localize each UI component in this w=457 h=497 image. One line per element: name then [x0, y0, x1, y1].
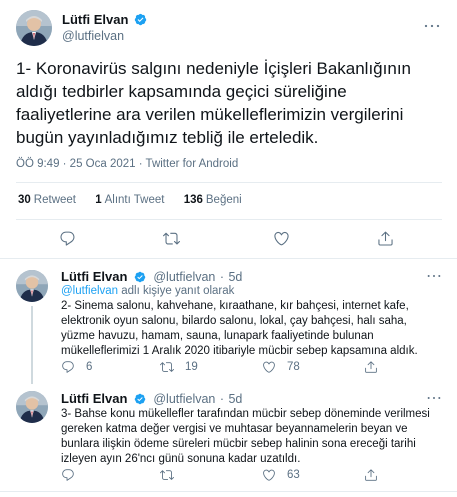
share-icon — [378, 231, 393, 246]
reply-icon — [60, 231, 75, 246]
like-count: 63 — [287, 469, 300, 481]
main-tweet-avatar[interactable] — [16, 10, 52, 46]
share-button[interactable] — [364, 468, 378, 482]
separator-dot: · — [219, 392, 225, 406]
retweet-icon — [160, 470, 174, 480]
like-count: 78 — [287, 361, 300, 373]
retweets-stat[interactable]: 30 Retweet — [18, 194, 76, 206]
verified-badge-icon — [134, 13, 147, 29]
like-icon — [263, 469, 275, 481]
reply-text: 3- Bahse konu mükellefler tarafından müc… — [61, 408, 430, 465]
reply-handle[interactable]: @lutfielvan — [153, 270, 215, 284]
reply-author-name[interactable]: Lütfi Elvan — [61, 391, 127, 406]
retweets-label: Retweet — [33, 194, 76, 206]
like-button[interactable]: 78 — [262, 360, 300, 374]
retweet-button[interactable] — [163, 230, 180, 247]
more-options-icon[interactable] — [423, 17, 441, 35]
replying-to-handle-link[interactable]: @lutfielvan — [61, 285, 118, 297]
retweet-count: 19 — [185, 361, 198, 373]
share-icon — [365, 469, 377, 481]
retweet-icon — [160, 362, 174, 372]
like-icon — [274, 231, 289, 246]
likes-label: Beğeni — [205, 194, 242, 206]
separator-dot: · — [219, 270, 225, 284]
reply-avatar[interactable] — [16, 391, 48, 423]
quotes-count: 1 — [95, 194, 102, 206]
likes-count: 136 — [183, 194, 203, 206]
share-button[interactable] — [377, 230, 394, 247]
main-tweet-stats: 30 Retweet 1 Alıntı Tweet 136 Beğeni — [18, 194, 242, 206]
divider — [16, 219, 442, 220]
quotes-stat[interactable]: 1 Alıntı Tweet — [95, 194, 164, 206]
reply-author-name[interactable]: Lütfi Elvan — [61, 269, 127, 284]
divider — [16, 182, 442, 183]
retweet-button[interactable] — [160, 468, 174, 482]
reply-avatar[interactable] — [16, 270, 48, 302]
likes-stat[interactable]: 136 Beğeni — [184, 194, 242, 206]
divider — [0, 491, 457, 492]
quotes-label: Alıntı Tweet — [104, 194, 165, 206]
reply-button[interactable] — [59, 230, 76, 247]
reply-icon — [62, 469, 74, 481]
reply-button[interactable]: 6 — [61, 360, 92, 374]
reply-time[interactable]: 5d — [228, 270, 242, 284]
retweet-icon — [163, 232, 180, 245]
share-button[interactable] — [364, 360, 378, 374]
reply-icon — [62, 361, 74, 373]
main-tweet-author-name[interactable]: Lütfi Elvan — [62, 12, 147, 29]
replying-to: @lutfielvan adlı kişiye yanıt olarak — [61, 285, 234, 297]
divider — [0, 258, 457, 259]
like-icon — [263, 361, 275, 373]
more-options-icon[interactable] — [426, 268, 442, 284]
author-name-text[interactable]: Lütfi Elvan — [62, 12, 128, 27]
more-options-icon[interactable] — [426, 390, 442, 406]
thread-line — [31, 306, 33, 384]
main-tweet-text: 1- Koronavirüs salgını nedeniyle İçişler… — [16, 59, 411, 147]
reply-count: 6 — [86, 361, 93, 373]
retweet-button[interactable]: 19 — [160, 360, 198, 374]
like-button[interactable] — [273, 230, 290, 247]
main-tweet-timestamp[interactable]: ÖÖ 9:49 · 25 Oca 2021 · Twitter for Andr… — [16, 158, 238, 170]
reply-handle[interactable]: @lutfielvan — [153, 392, 215, 406]
replying-to-suffix: adlı kişiye yanıt olarak — [121, 285, 235, 297]
reply-button[interactable] — [61, 468, 75, 482]
share-icon — [365, 361, 377, 373]
main-tweet-handle[interactable]: @lutfielvan — [62, 29, 124, 43]
retweets-count: 30 — [18, 194, 31, 206]
reply-time[interactable]: 5d — [228, 392, 242, 406]
like-button[interactable]: 63 — [262, 468, 300, 482]
reply-text: 2- Sinema salonu, kahvehane, kıraathane,… — [61, 300, 418, 357]
